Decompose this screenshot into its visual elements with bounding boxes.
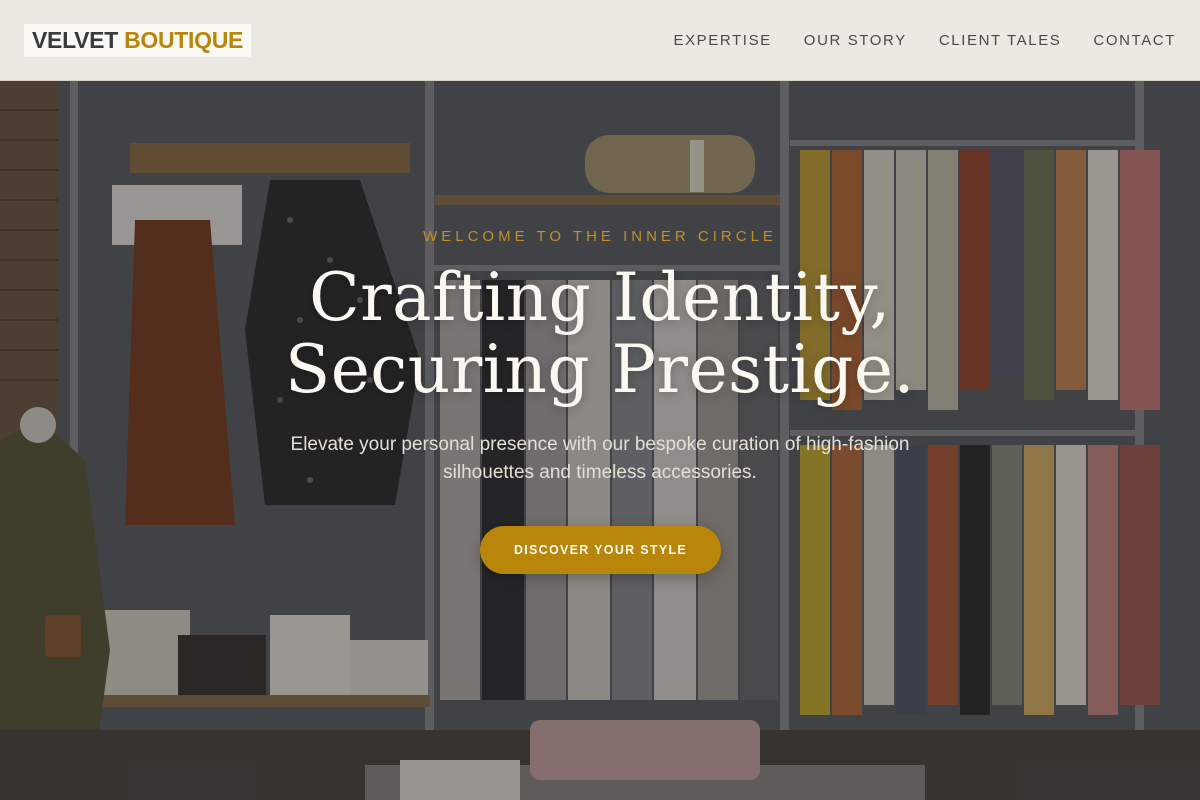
- hero-kicker: WELCOME TO THE INNER CIRCLE: [423, 228, 777, 245]
- hero-headline: Crafting Identity, Securing Prestige.: [0, 262, 1200, 406]
- hero-headline-line2: Securing Prestige.: [285, 331, 915, 408]
- discover-style-button[interactable]: DISCOVER YOUR STYLE: [480, 526, 721, 574]
- hero-subtext: Elevate your personal presence with our …: [290, 434, 910, 483]
- hero-headline-line1: Crafting Identity,: [309, 259, 891, 336]
- hero-section: WELCOME TO THE INNER CIRCLE Crafting Ide…: [0, 0, 1200, 800]
